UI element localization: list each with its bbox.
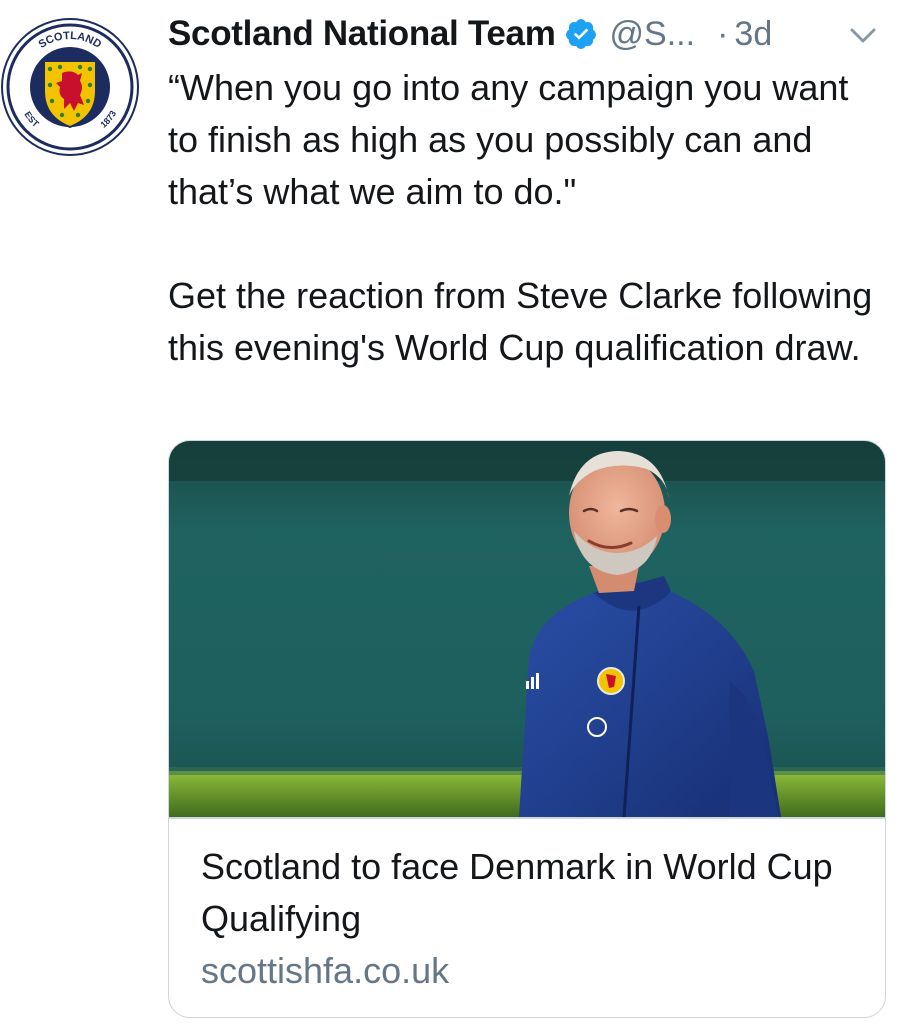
card-title[interactable]: Scotland to face Denmark in World Cup Qu…: [201, 841, 861, 945]
tweet-timestamp[interactable]: 3d: [734, 15, 772, 54]
display-name[interactable]: Scotland National Team: [168, 14, 556, 54]
link-preview-card[interactable]: Scotland to face Denmark in World Cup Qu…: [168, 440, 886, 1018]
scotland-crest-icon: SCOTLAND EST 1873: [1, 18, 139, 156]
card-divider: [169, 817, 885, 819]
user-handle[interactable]: @S...: [610, 15, 696, 54]
tweet[interactable]: SCOTLAND EST 1873 Scotland National Team…: [0, 0, 919, 1024]
tweet-text-paragraph-2: Get the reaction from Steve Clarke follo…: [168, 275, 873, 368]
tweet-text: “When you go into any campaign you want …: [168, 62, 888, 374]
verified-badge-icon: [564, 17, 598, 51]
time-separator: ·: [717, 14, 729, 53]
card-domain[interactable]: scottishfa.co.uk: [201, 949, 449, 993]
man-in-training-jacket-photo: [169, 441, 885, 817]
tweet-header: Scotland National Team @S... · 3d: [168, 12, 888, 56]
avatar[interactable]: SCOTLAND EST 1873: [0, 17, 140, 157]
chevron-down-icon[interactable]: [846, 22, 880, 48]
tweet-text-paragraph-1: “When you go into any campaign you want …: [168, 67, 849, 212]
card-image[interactable]: [169, 441, 885, 817]
